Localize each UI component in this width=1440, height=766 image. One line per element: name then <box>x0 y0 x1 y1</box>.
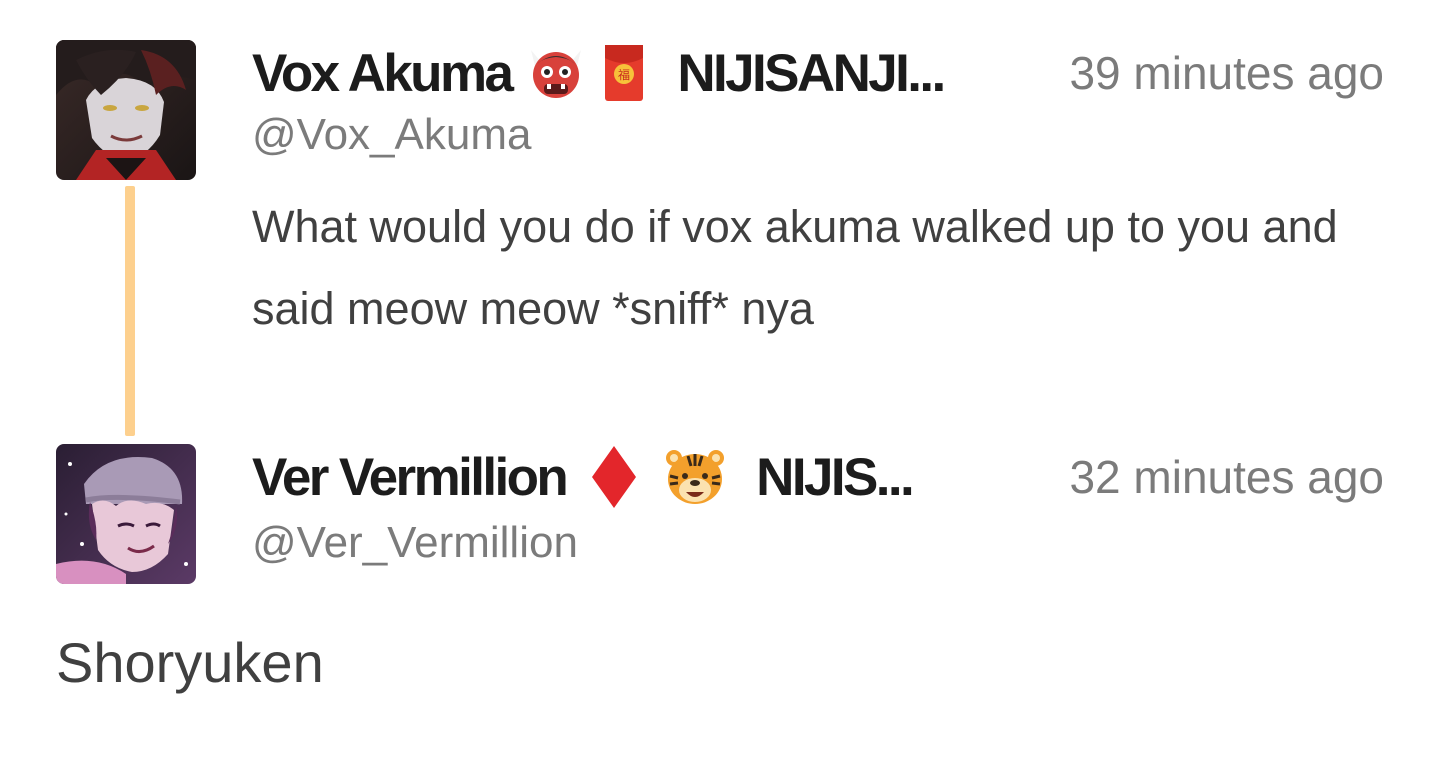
display-name[interactable]: Ver Vermillion <box>252 447 569 508</box>
diamond-suit-icon <box>590 444 638 510</box>
reply-timestamp[interactable]: 32 minutes ago <box>1069 450 1384 504</box>
post-timestamp[interactable]: 39 minutes ago <box>1069 46 1384 100</box>
red-envelope-icon: 福 <box>601 42 647 104</box>
user-handle[interactable]: @Vox_Akuma <box>252 110 531 160</box>
avatar-image <box>56 40 196 180</box>
ogre-emoji-icon <box>525 42 587 104</box>
avatar-ver-vermillion[interactable] <box>56 444 196 584</box>
user-handle[interactable]: @Ver_Vermillion <box>252 518 578 568</box>
tiger-face-icon <box>664 446 726 508</box>
svg-text:福: 福 <box>618 67 630 82</box>
reply-header: Ver Vermillion NIJIS... 32 minutes ago <box>252 442 1384 512</box>
reply-text: Shoryuken <box>56 631 324 694</box>
display-name[interactable]: Vox Akuma <box>252 43 514 104</box>
organization-name: NIJISANJI... <box>677 43 946 103</box>
post-text: What would you do if vox akuma walked up… <box>252 201 1338 334</box>
thread-connector-line <box>125 186 135 436</box>
post-header: Vox Akuma 福 NIJISANJI... 39 minutes ago <box>252 38 1384 108</box>
avatar-vox-akuma[interactable] <box>56 40 196 180</box>
avatar-image <box>56 444 196 584</box>
organization-name: NIJIS... <box>756 447 915 507</box>
